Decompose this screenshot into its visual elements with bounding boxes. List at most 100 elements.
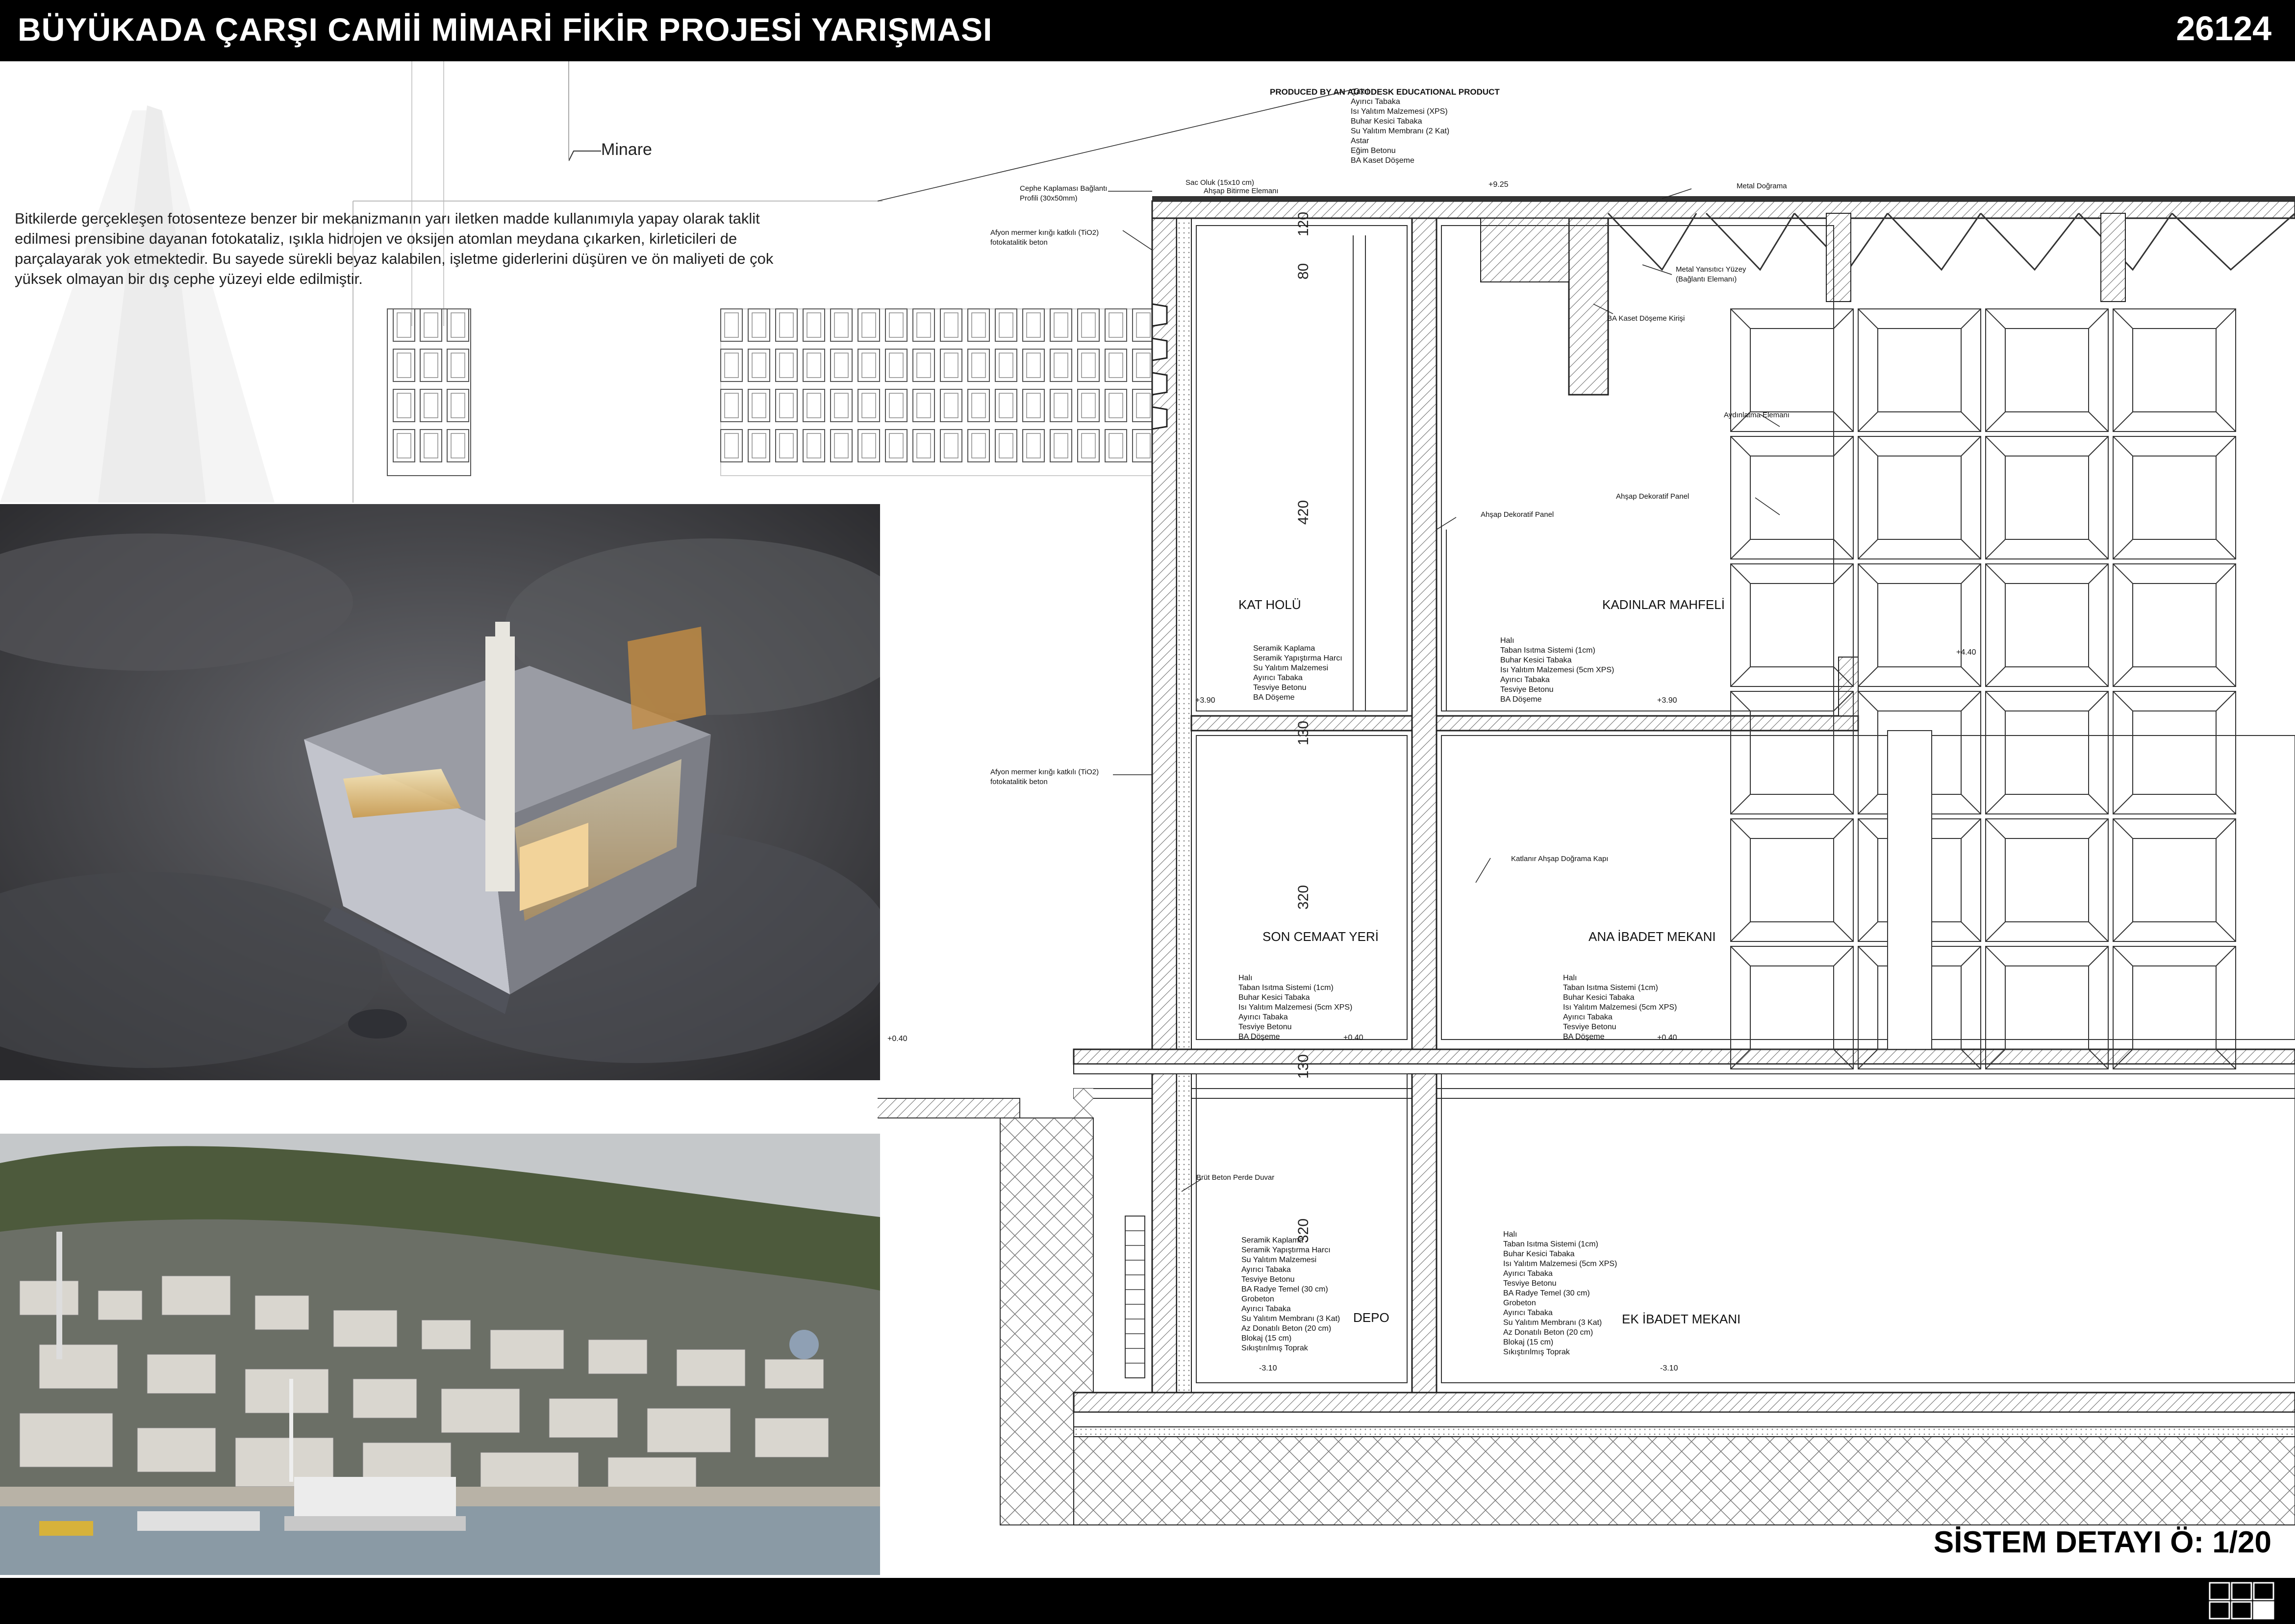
note-afyon-mid: Afyon mermer kırığı katkılı (TiO2) fotok…	[990, 768, 1099, 786]
layer: Ayırıcı Tabaka	[1503, 1269, 1553, 1278]
dim-80: 80	[1295, 263, 1311, 279]
note-metal-dograma: Metal Doğrama	[1737, 182, 1787, 190]
layer: Buhar Kesici Tabaka	[1238, 993, 1310, 1002]
level-ground-outside: +0.40	[887, 1035, 908, 1043]
layer: BA Kaset Döşeme	[1351, 156, 1414, 165]
note-cephe: Cephe Kaplaması Bağlantı Profili (30x50m…	[1020, 184, 1108, 203]
layer: Buhar Kesici Tabaka	[1503, 1250, 1575, 1258]
layer: Blokaj (15 cm)	[1241, 1334, 1292, 1343]
layer: Taban Isıtma Sistemi (1cm)	[1563, 984, 1658, 992]
note-ahsap-panel-right: Ahşap Dekoratif Panel	[1616, 492, 1690, 501]
layer: Ayırıcı Tabaka	[1351, 98, 1400, 106]
competition-title: BÜYÜKADA ÇARŞI CAMİİ MİMARİ FİKİR PROJES…	[18, 11, 993, 48]
layer: Su Yalıtım Malzemesi	[1241, 1256, 1317, 1264]
layer: Isı Yalıtım Malzemesi (XPS)	[1351, 107, 1448, 116]
night-render-image	[0, 504, 880, 1080]
note-brut-beton: Brüt Beton Perde Duvar	[1196, 1173, 1275, 1182]
layer: Halı	[1500, 636, 1514, 645]
dim-120: 120	[1295, 211, 1311, 236]
note-metal-yansitici: Metal Yansıtıcı Yüzey (Bağlantı Elemanı)	[1676, 265, 1746, 283]
layer: Ayırıcı Tabaka	[1253, 674, 1303, 682]
layer: Ayırıcı Tabaka	[1238, 1013, 1288, 1021]
floor-layers-kat-holu: Seramik Kaplama Seramik Yapıştırma Harcı…	[1253, 644, 1342, 703]
layer: Tesviye Betonu	[1563, 1023, 1616, 1031]
layer: Seramik Kaplama	[1241, 1236, 1304, 1244]
room-kadinlar-mahfeli: KADINLAR MAHFELİ	[1602, 597, 1725, 612]
layer: Astar	[1351, 137, 1369, 145]
dim-420: 420	[1295, 500, 1311, 525]
title-bar: BÜYÜKADA ÇARŞI CAMİİ MİMARİ FİKİR PROJES…	[0, 0, 2295, 61]
dim-320-upper: 320	[1295, 885, 1311, 910]
room-son-cemaat-yeri: SON CEMAAT YERİ	[1262, 929, 1379, 944]
layer: Taban Isıtma Sistemi (1cm)	[1503, 1240, 1598, 1248]
concept-description: Bitkilerde gerçekleşen fotosenteze benze…	[15, 210, 774, 287]
layer: Ayırıcı Tabaka	[1500, 676, 1550, 684]
layer: BA Döşeme	[1500, 695, 1542, 704]
room-depo: DEPO	[1353, 1310, 1389, 1325]
layer: Taban Isıtma Sistemi (1cm)	[1238, 984, 1334, 992]
layer: Ayırıcı Tabaka	[1563, 1013, 1613, 1021]
layer: Tesviye Betonu	[1241, 1275, 1295, 1284]
level-ground-left: +0.40	[1343, 1034, 1363, 1042]
layer: Sıkıştırılmış Toprak	[1241, 1344, 1308, 1352]
level-ground-right: +0.40	[1657, 1034, 1677, 1042]
layer: BA Radye Temel (30 cm)	[1241, 1285, 1328, 1294]
note-aydinlatma: Aydınlatma Elemanı	[1724, 411, 1790, 419]
floor-layers-kadinlar: Halı Taban Isıtma Sistemi (1cm) Buhar Ke…	[1500, 636, 1614, 705]
layer: Buhar Kesici Tabaka	[1500, 656, 1572, 664]
roof-layer-list: Çakıl Ayırıcı Tabaka Isı Yalıtım Malzeme…	[1351, 87, 1449, 166]
site-photo-image	[0, 1134, 880, 1575]
layer: Su Yalıtım Membranı (2 Kat)	[1351, 127, 1450, 135]
layer: Halı	[1503, 1230, 1517, 1239]
dim-130-lower: 130	[1295, 1054, 1311, 1079]
project-number: 26124	[2176, 9, 2271, 48]
layer: Tesviye Betonu	[1500, 685, 1554, 694]
layer: Ayırıcı Tabaka	[1241, 1266, 1291, 1274]
layer: BA Döşeme	[1238, 1033, 1280, 1041]
layer: Tesviye Betonu	[1253, 684, 1307, 692]
dim-320-lower: 320	[1295, 1218, 1311, 1243]
floor-layers-son-cemaat: Halı Taban Isıtma Sistemi (1cm) Buhar Ke…	[1238, 973, 1352, 1042]
layer: Seramik Kaplama	[1253, 644, 1315, 653]
layer: Isı Yalıtım Malzemesi (5cm XPS)	[1503, 1260, 1617, 1268]
layer: Isı Yalıtım Malzemesi (5cm XPS)	[1563, 1003, 1677, 1012]
level-upper-mid: +3.90	[1657, 696, 1677, 705]
note-katlanir: Katlanır Ahşap Doğrama Kapı	[1511, 855, 1609, 863]
layer: Seramik Yapıştırma Harcı	[1241, 1246, 1331, 1254]
note-ahsap-panel-left: Ahşap Dekoratif Panel	[1481, 510, 1554, 519]
layer: Eğim Betonu	[1351, 147, 1396, 155]
layer: Su Yalıtım Membranı (3 Kat)	[1241, 1315, 1340, 1323]
minare-label: Minare	[601, 140, 652, 159]
floor-layers-ana: Halı Taban Isıtma Sistemi (1cm) Buhar Ke…	[1563, 973, 1677, 1042]
layer: Az Donatılı Beton (20 cm)	[1241, 1324, 1332, 1333]
sheet-index-icon	[2209, 1582, 2274, 1620]
level-base-left: -3.10	[1259, 1364, 1277, 1372]
layer: Sıkıştırılmış Toprak	[1503, 1348, 1570, 1356]
layer: Su Yalıtım Malzemesi	[1253, 664, 1329, 672]
level-base-right: -3.10	[1660, 1364, 1678, 1372]
layer: Halı	[1238, 974, 1253, 982]
layer: Grobeton	[1241, 1295, 1274, 1303]
level-upper-right: +4.40	[1956, 648, 1976, 657]
layer: Grobeton	[1503, 1299, 1536, 1307]
level-upper-left: +3.90	[1195, 696, 1215, 705]
room-ana-ibadet-mekani: ANA İBADET MEKANI	[1589, 929, 1716, 944]
note-ahsap-bitirme: Ahşap Bitirme Elemanı	[1204, 187, 1279, 195]
layer: BA Radye Temel (30 cm)	[1503, 1289, 1590, 1297]
layer: Çakıl	[1351, 88, 1369, 96]
layer: BA Döşeme	[1253, 693, 1295, 702]
room-kat-holu: KAT HOLÜ	[1238, 597, 1301, 612]
layer: Buhar Kesici Tabaka	[1563, 993, 1635, 1002]
footer-bar	[0, 1578, 2295, 1624]
layer: Buhar Kesici Tabaka	[1351, 117, 1422, 126]
layer: Tesviye Betonu	[1238, 1023, 1292, 1031]
floor-layers-depo: Seramik Kaplama Seramik Yapıştırma Harcı…	[1241, 1236, 1340, 1353]
layer: Taban Isıtma Sistemi (1cm)	[1500, 646, 1595, 655]
minare-leader	[569, 151, 601, 161]
layer: Ayırıcı Tabaka	[1503, 1309, 1553, 1317]
note-afyon-top: Afyon mermer kırığı katkılı (TiO2) fotok…	[990, 228, 1099, 247]
layer: Isı Yalıtım Malzemesi (5cm XPS)	[1500, 666, 1614, 674]
dim-130-upper: 130	[1295, 720, 1311, 745]
layer: Az Donatılı Beton (20 cm)	[1503, 1328, 1593, 1337]
layer: Isı Yalıtım Malzemesi (5cm XPS)	[1238, 1003, 1353, 1012]
